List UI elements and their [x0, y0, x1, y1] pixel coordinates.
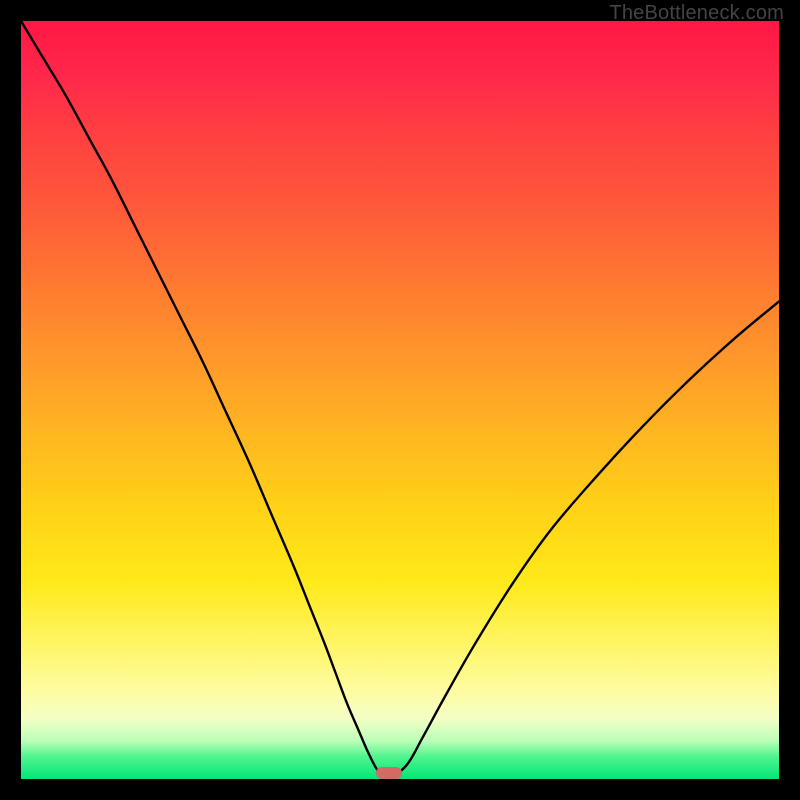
chart-frame: TheBottleneck.com	[0, 0, 800, 800]
optimal-point-marker	[376, 767, 402, 779]
bottleneck-curve	[21, 21, 779, 779]
plot-area	[21, 21, 779, 779]
